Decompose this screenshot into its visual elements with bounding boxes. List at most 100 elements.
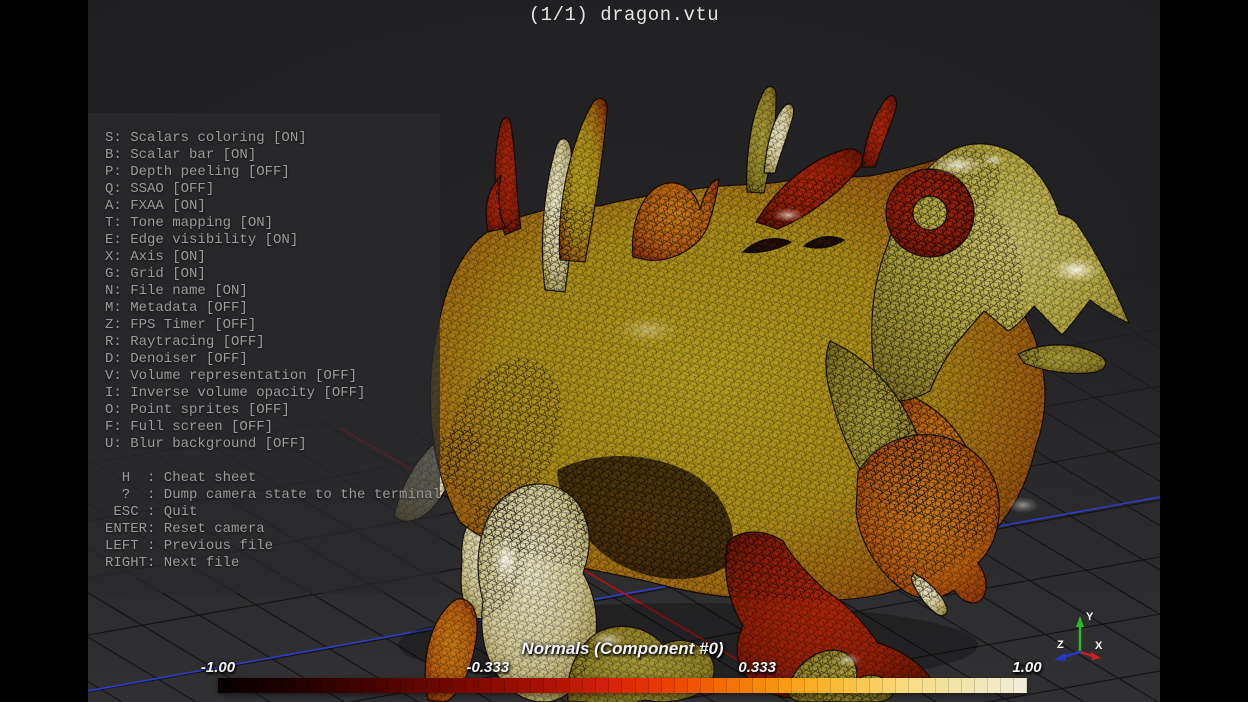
scalar-bar-segment <box>453 678 466 693</box>
cheatsheet-line: ENTER: Reset camera <box>105 521 441 538</box>
scalar-bar-segment <box>427 678 440 693</box>
scalar-bar-segment <box>896 678 909 693</box>
cheatsheet-line: G: Grid [ON] <box>105 266 441 283</box>
scalar-bar-segment <box>714 678 727 693</box>
cheatsheet-line: H : Cheat sheet <box>105 470 441 487</box>
cheatsheet-panel: S: Scalars coloring [ON]B: Scalar bar [O… <box>88 113 440 593</box>
cheatsheet-line: V: Volume representation [OFF] <box>105 368 441 385</box>
cheatsheet-line: ? : Dump camera state to the terminal <box>105 487 441 504</box>
cheatsheet-line: S: Scalars coloring [ON] <box>105 130 441 147</box>
scalar-bar-segment <box>531 678 544 693</box>
scalar-bar-segment <box>622 678 635 693</box>
cheatsheet-text: S: Scalars coloring [ON]B: Scalar bar [O… <box>105 130 441 572</box>
scalar-bar-segment <box>388 678 401 693</box>
scalar-bar-segment <box>740 678 753 693</box>
scalar-bar-segment <box>766 678 779 693</box>
scalar-bar-segment <box>962 678 975 693</box>
scalar-bar-segment <box>270 678 283 693</box>
scalar-bar-segment <box>936 678 949 693</box>
scalar-bar-segment <box>322 678 335 693</box>
scalar-bar-segment <box>557 678 570 693</box>
scalar-bar-segment <box>831 678 844 693</box>
cheatsheet-line: Z: FPS Timer [OFF] <box>105 317 441 334</box>
scalar-bar-segment <box>870 678 883 693</box>
scalar-bar-segment <box>688 678 701 693</box>
scalar-bar-segment <box>348 678 361 693</box>
scalar-bar-segment <box>805 678 818 693</box>
scalar-bar-segment <box>401 678 414 693</box>
scalar-bar-segment <box>909 678 922 693</box>
scalar-bar-segment <box>857 678 870 693</box>
scalar-bar: Normals (Component #0) -1.00-0.3330.3331… <box>218 640 1027 695</box>
cheatsheet-line: F: Full screen [OFF] <box>105 419 441 436</box>
cheatsheet-line: B: Scalar bar [ON] <box>105 147 441 164</box>
scalar-bar-segment <box>988 678 1001 693</box>
scalar-bar-segment <box>283 678 296 693</box>
scalar-bar-segment <box>440 678 453 693</box>
scalar-bar-segment <box>883 678 896 693</box>
scalar-bar-segment <box>975 678 988 693</box>
scalar-bar-segment <box>375 678 388 693</box>
scalar-bar-segment <box>727 678 740 693</box>
scalar-bar-segment <box>518 678 531 693</box>
scalar-bar-segment <box>596 678 609 693</box>
scalar-bar-segment <box>244 678 257 693</box>
scalar-bar-segment <box>649 678 662 693</box>
scalar-bar-segment <box>544 678 557 693</box>
scalar-bar-tick-label: 1.00 <box>1012 660 1041 676</box>
cheatsheet-line: N: File name [ON] <box>105 283 441 300</box>
scalar-bar-segment <box>779 678 792 693</box>
cheatsheet-line: RIGHT: Next file <box>105 555 441 572</box>
scalar-bar-segment <box>466 678 479 693</box>
scalar-bar-segment <box>949 678 962 693</box>
scalar-bar-segment <box>362 678 375 693</box>
scalar-bar-segment <box>792 678 805 693</box>
scalar-bar-segment <box>818 678 831 693</box>
scalar-bar-segment <box>492 678 505 693</box>
scalar-bar-segment <box>257 678 270 693</box>
file-name-label: (1/1) dragon.vtu <box>88 4 1160 26</box>
scalar-bar-segment <box>296 678 309 693</box>
cheatsheet-line: M: Metadata [OFF] <box>105 300 441 317</box>
scalar-bar-segment <box>583 678 596 693</box>
scalar-bar-segment <box>844 678 857 693</box>
scalar-bar-segment <box>570 678 583 693</box>
cheatsheet-line: R: Raytracing [OFF] <box>105 334 441 351</box>
y-axis-label: Y <box>1086 611 1094 623</box>
scalar-bar-segment <box>414 678 427 693</box>
scalar-bar-segment <box>636 678 649 693</box>
scalar-bar-segment <box>701 678 714 693</box>
scalar-bar-segment <box>1014 678 1027 693</box>
scalar-bar-tick-label: -1.00 <box>201 660 235 676</box>
cheatsheet-line: X: Axis [ON] <box>105 249 441 266</box>
scalar-bar-segment <box>218 678 231 693</box>
scalar-bar-segment <box>479 678 492 693</box>
cheatsheet-line <box>105 453 441 470</box>
cheatsheet-line: P: Depth peeling [OFF] <box>105 164 441 181</box>
render-viewport[interactable]: Y X Z (1/1) dragon.vtu S: Scalars colori… <box>88 0 1160 702</box>
scalar-bar-segment <box>923 678 936 693</box>
cheatsheet-line: U: Blur background [OFF] <box>105 436 441 453</box>
scalar-bar-segment <box>1001 678 1014 693</box>
letterbox-right <box>1160 0 1248 702</box>
app-window: Y X Z (1/1) dragon.vtu S: Scalars colori… <box>0 0 1248 702</box>
cheatsheet-line: E: Edge visibility [ON] <box>105 232 441 249</box>
letterbox-left <box>0 0 88 702</box>
scalar-bar-segment <box>309 678 322 693</box>
scalar-bar-tick-label: -0.333 <box>467 660 510 676</box>
scalar-bar-segment <box>505 678 518 693</box>
scalar-bar-gradient <box>218 678 1027 693</box>
scalar-bar-segment <box>675 678 688 693</box>
scalar-bar-segment <box>609 678 622 693</box>
scalar-bar-segment <box>335 678 348 693</box>
scalar-bar-segment <box>662 678 675 693</box>
cheatsheet-line: LEFT : Previous file <box>105 538 441 555</box>
cheatsheet-line: Q: SSAO [OFF] <box>105 181 441 198</box>
scalar-bar-tick-label: 0.333 <box>738 660 776 676</box>
scalar-bar-segment <box>753 678 766 693</box>
cheatsheet-line: A: FXAA [ON] <box>105 198 441 215</box>
cheatsheet-line: O: Point sprites [OFF] <box>105 402 441 419</box>
cheatsheet-line: I: Inverse volume opacity [OFF] <box>105 385 441 402</box>
z-axis-label: Z <box>1057 639 1064 651</box>
scalar-bar-segment <box>231 678 244 693</box>
